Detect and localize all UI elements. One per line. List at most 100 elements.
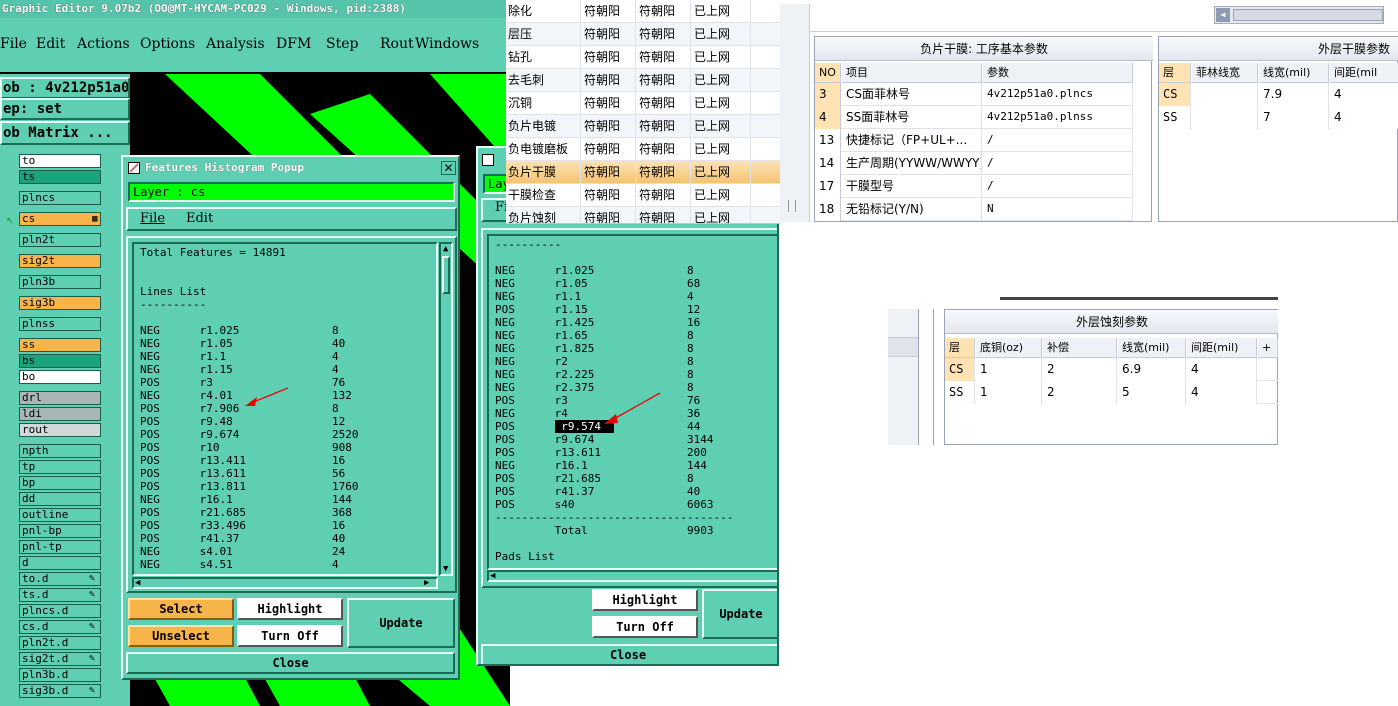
close-button[interactable]: Close [126,652,455,674]
select-button[interactable]: Select [128,598,234,620]
dryfilm-cell[interactable]: 4 [1330,106,1398,129]
horizontal-scrollbar-2[interactable]: ◀ [487,570,777,582]
layer-item-sig2t[interactable]: sig2t [19,254,101,268]
layer-row[interactable]: pnl-tp [0,540,130,555]
layer-item-pln3b[interactable]: pln3b [19,275,101,289]
edit-menu[interactable]: Edit [186,211,213,226]
basic-row[interactable]: 14 生产周期(YYWW/WWYY) / [815,152,1133,175]
menu-rout[interactable]: Rout [380,36,414,52]
layer-item-npth[interactable]: npth [19,444,101,458]
turn-off-button-2[interactable]: Turn Off [592,616,698,638]
layer-row[interactable]: to.d ✎ [0,572,130,587]
layer-row[interactable]: dd [0,492,130,507]
etch-cell[interactable]: 4 [1187,381,1257,404]
menu-dfm[interactable]: DFM [276,36,311,52]
etch-row[interactable]: SS 1 2 5 4 [945,381,1278,404]
dryfilm-row[interactable]: SS 7 4 [1159,106,1398,129]
layer-row[interactable]: pnl-bp [0,524,130,539]
layer-item-rout[interactable]: rout [19,423,101,437]
basic-row[interactable]: 4 SS面菲林号 4v212p51a0.plnss [815,106,1133,129]
vertical-scrollbar[interactable]: ▲ ▼ [439,242,453,576]
update-button-2[interactable]: Update [702,589,777,639]
basic-row[interactable]: 13 快捷标记（FP+UL+... / [815,129,1133,152]
menu-analysis[interactable]: Analysis [206,36,265,52]
close-icon[interactable]: ✕ [441,161,456,175]
basic-value[interactable]: 4v212p51a0.plncs [983,83,1133,106]
scroll-thumb[interactable] [442,256,450,294]
basic-row[interactable]: 17 干膜型号 / [815,175,1133,198]
scroll-arrow-icon[interactable]: ▶ [424,578,429,588]
layer-row[interactable]: bo [0,370,130,385]
layer-row[interactable]: npth [0,444,130,459]
basic-value[interactable]: / [983,129,1133,152]
basic-value[interactable]: / [983,152,1133,175]
layer-row[interactable]: pln2t [0,233,130,248]
unselect-button[interactable]: Unselect [128,625,234,647]
file-menu[interactable]: File [140,211,165,226]
layer-item-bp[interactable]: bp [19,476,101,490]
layer-row[interactable]: pln3b.d [0,668,130,683]
layer-item-pnl-tp[interactable]: pnl-tp [19,540,101,554]
etch-cell[interactable]: 2 [1043,358,1117,381]
layer-item-pln2t.d[interactable]: pln2t.d [19,636,101,650]
process-row[interactable]: 层压 符朝阳 符朝阳 已上网 [506,23,780,46]
process-row[interactable]: 除化 符朝阳 符朝阳 已上网 [506,0,780,23]
scroll-arrow-icon[interactable]: ▲ [443,244,448,254]
menu-windows[interactable]: Windows [415,36,479,52]
layer-item-bo[interactable]: bo [19,370,101,384]
layer-item-ss[interactable]: ss [19,338,101,352]
layer-item-d[interactable]: d [19,556,101,570]
layer-row[interactable]: ss [0,338,130,353]
scroll-arrow-icon[interactable]: ◀ [135,578,140,588]
dryfilm-cell[interactable] [1192,106,1258,129]
menu-edit[interactable]: Edit [36,36,65,52]
layer-row[interactable]: ts.d ✎ [0,588,130,603]
horizontal-scrollbar[interactable]: ◀ ▶ [132,577,438,589]
update-button[interactable]: Update [347,598,455,648]
menu-options[interactable]: Options [140,36,195,52]
highlight-button[interactable]: Highlight [237,598,343,620]
layer-row[interactable]: to [0,154,130,169]
etch-cell[interactable]: 1 [976,358,1042,381]
dryfilm-cell[interactable]: 4 [1330,83,1398,106]
basic-row[interactable]: 18 无铅标记(Y/N) N [815,198,1133,221]
layer-row[interactable]: drl [0,391,130,406]
layer-row[interactable]: pln2t.d [0,636,130,651]
scroll-arrow-icon[interactable]: ◀ [1216,8,1230,22]
basic-value[interactable]: / [983,175,1133,198]
layer-item-tp[interactable]: tp [19,460,101,474]
etch-cell[interactable]: 5 [1118,381,1186,404]
dryfilm-cell[interactable] [1192,83,1258,106]
layer-row[interactable]: pln3b [0,275,130,290]
etch-cell[interactable]: 1 [976,381,1042,404]
process-row[interactable]: 钻孔 符朝阳 符朝阳 已上网 [506,46,780,69]
scroll-arrow-icon[interactable]: ◀ [490,571,495,581]
etch-cell[interactable]: 2 [1043,381,1117,404]
process-row[interactable]: 负片电镀 符朝阳 符朝阳 已上网 [506,115,780,138]
layer-item-plncs.d[interactable]: plncs.d [19,604,101,618]
process-row[interactable]: 沉铜 符朝阳 符朝阳 已上网 [506,92,780,115]
layer-row[interactable]: plnss [0,317,130,332]
menu-actions[interactable]: Actions [77,36,130,52]
layer-row[interactable]: ldi [0,407,130,422]
etch-cell[interactable]: 4 [1187,358,1257,381]
layer-row[interactable]: cs ↖ ▦ [0,212,130,227]
layer-item-plnss[interactable]: plnss [19,317,101,331]
layer-row[interactable]: rout [0,423,130,438]
layer-row[interactable]: outline [0,508,130,523]
dryfilm-row[interactable]: CS 7.9 4 [1159,83,1398,106]
basic-row[interactable]: 3 CS面菲林号 4v212p51a0.plncs [815,83,1133,106]
layer-item-plncs[interactable]: plncs [19,191,101,205]
etch-header-cell[interactable]: + [1258,338,1278,358]
layer-item-pln3b.d[interactable]: pln3b.d [19,668,101,682]
layer-item-dd[interactable]: dd [19,492,101,506]
layer-item-ts[interactable]: ts [19,170,101,184]
dryfilm-cell[interactable]: 7 [1259,106,1329,129]
layer-row[interactable]: sig2t.d ✎ [0,652,130,667]
layer-item-outline[interactable]: outline [19,508,101,522]
process-row[interactable]: 去毛刺 符朝阳 符朝阳 已上网 [506,69,780,92]
layer-item-ldi[interactable]: ldi [19,407,101,421]
layer-row[interactable]: d [0,556,130,571]
layer-row[interactable]: sig2t [0,254,130,269]
layer-item-cs[interactable]: cs [19,212,101,226]
